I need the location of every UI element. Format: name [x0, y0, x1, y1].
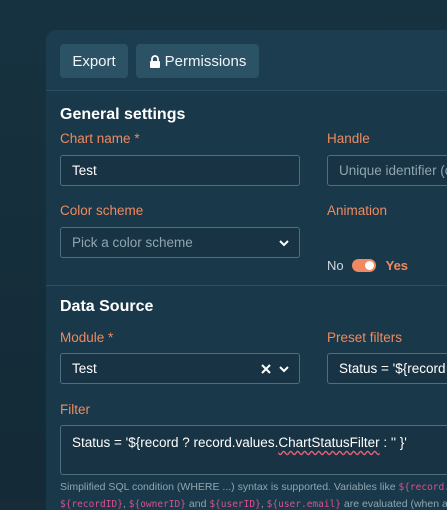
chevron-down-icon — [279, 366, 289, 373]
data-source-title: Data Source — [60, 298, 154, 315]
filter-value-prefix: Status = '${record ? record.values. — [72, 435, 279, 450]
animation-on-label: Yes — [385, 257, 409, 273]
animation-label: Animation — [327, 203, 388, 218]
filter-value-highlight: ChartStatusFilter — [278, 435, 380, 450]
color-scheme-select[interactable]: Pick a color scheme — [60, 227, 300, 258]
preset-filters-label: Preset filters — [327, 330, 403, 345]
section-divider — [46, 285, 447, 286]
help-code-5: ${user.email} — [266, 499, 342, 510]
module-label: Module * — [60, 330, 113, 345]
permissions-button-label: Permissions — [164, 52, 247, 70]
help-code-4: ${userID} — [209, 499, 261, 510]
general-settings-title: General settings — [60, 106, 186, 123]
module-select[interactable]: Test — [60, 353, 300, 384]
lock-icon — [149, 54, 160, 68]
required-marker: * — [134, 131, 140, 146]
chart-name-value: Test — [72, 163, 97, 178]
color-scheme-placeholder: Pick a color scheme — [72, 235, 193, 250]
help-text-1: Simplified SQL condition (WHERE ...) syn… — [60, 481, 399, 493]
chevron-down-icon — [279, 240, 289, 247]
color-scheme-label: Color scheme — [60, 203, 144, 218]
export-button-label: Export — [72, 52, 116, 70]
toolbar: Export Permissions — [46, 30, 447, 90]
animation-off-label: No — [327, 257, 344, 273]
help-code-3: ${ownerID} — [128, 499, 186, 510]
handle-placeholder: Unique identifier (c — [339, 163, 447, 178]
handle-input[interactable]: Unique identifier (c — [327, 155, 447, 186]
filter-value-suffix: : '' }' — [379, 435, 407, 450]
clear-icon[interactable] — [260, 362, 272, 375]
chart-name-input[interactable]: Test — [60, 155, 300, 186]
filter-label: Filter — [60, 402, 90, 417]
preset-filters-value: Status = '${record — [339, 361, 446, 376]
help-code-1: ${record.va — [398, 482, 447, 493]
app-background: Export Permissions General settings Char… — [0, 0, 447, 510]
chart-editor-panel: Export Permissions General settings Char… — [46, 30, 447, 510]
handle-label: Handle — [327, 131, 370, 146]
help-code-2: ${recordID} — [60, 499, 123, 510]
filter-textarea[interactable]: Status = '${record ? record.values.Chart… — [60, 425, 447, 475]
required-marker: * — [108, 330, 114, 345]
chart-name-label: Chart name * — [60, 131, 140, 146]
export-button[interactable]: Export — [60, 44, 128, 78]
toolbar-divider — [46, 90, 447, 91]
animation-toggle[interactable] — [351, 258, 376, 272]
preset-filters-select[interactable]: Status = '${record — [327, 353, 447, 384]
permissions-button[interactable]: Permissions — [136, 44, 259, 78]
module-label-text: Module — [60, 330, 105, 345]
chart-name-label-text: Chart name — [60, 131, 131, 146]
module-value: Test — [72, 361, 97, 376]
animation-toggle-group: No Yes — [327, 256, 408, 274]
filter-help-text: Simplified SQL condition (WHERE ...) syn… — [60, 479, 447, 510]
